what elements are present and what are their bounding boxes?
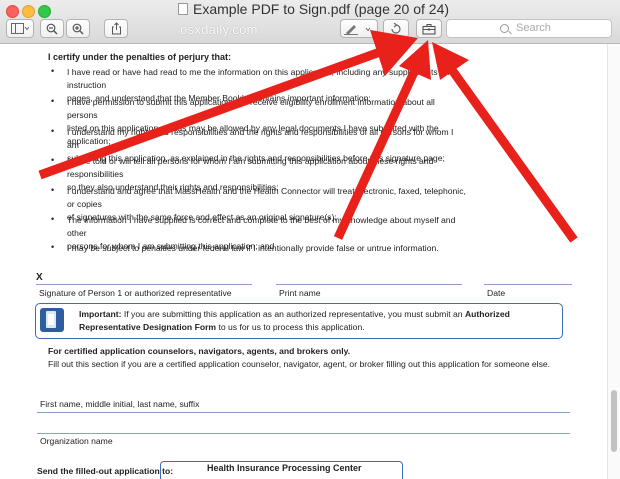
bullet-marker: • — [51, 96, 55, 106]
important-label: Important: — [79, 309, 122, 319]
search-field[interactable]: Search — [446, 19, 612, 38]
preview-window: Example PDF to Sign.pdf (page 20 of 24) … — [0, 0, 620, 479]
search-placeholder: Search — [516, 22, 551, 34]
sidebar-icon — [11, 23, 29, 34]
signature-x-mark: X — [36, 272, 43, 283]
toolbar: Example PDF to Sign.pdf (page 20 of 24) … — [0, 0, 620, 44]
rotate-button[interactable] — [383, 19, 409, 38]
zoom-in-button[interactable] — [66, 19, 90, 38]
minimize-window-button[interactable] — [22, 5, 35, 18]
certify-item-line: I may be subject to penalties under fede… — [67, 243, 439, 253]
print-name-label: Print name — [279, 288, 321, 298]
certify-item-line: The information I have supplied is corre… — [67, 215, 456, 238]
share-icon — [111, 22, 121, 35]
watermark: osxdaily.com — [180, 22, 258, 37]
close-window-button[interactable] — [6, 5, 19, 18]
signature-field[interactable] — [36, 284, 252, 285]
sidebar-view-button[interactable] — [6, 19, 34, 38]
markup-toolbox-button[interactable] — [416, 19, 442, 38]
signature-label: Signature of Person 1 or authorized repr… — [39, 288, 232, 298]
pen-icon — [344, 24, 371, 35]
scrollbar-thumb[interactable] — [611, 390, 617, 452]
share-button[interactable] — [104, 19, 128, 38]
notice-text-part: to us for us to process this application… — [216, 321, 365, 332]
pdf-page: I certify under the penalties of perjury… — [0, 44, 606, 479]
send-to-label: Send the filled-out application to: — [37, 466, 174, 476]
organization-field-label: Organization name — [40, 436, 113, 446]
certify-item-line: I have permission to submit this applica… — [67, 97, 435, 120]
print-name-field[interactable] — [276, 284, 462, 285]
markup-pen-button[interactable] — [340, 19, 378, 38]
organization-field[interactable] — [37, 433, 570, 434]
bullet-marker: • — [51, 66, 55, 76]
bullet-marker: • — [51, 185, 55, 195]
certify-item-line: I understand and agree that MassHealth a… — [67, 186, 466, 209]
vertical-scrollbar[interactable] — [607, 44, 620, 479]
window-title: Example PDF to Sign.pdf (page 20 of 24) — [178, 1, 449, 17]
certified-section-text: Fill out this section if you are a certi… — [48, 359, 551, 369]
bullet-marker: • — [51, 155, 55, 165]
bullet-marker: • — [51, 242, 55, 252]
certify-item-line: I understand my rights and responsibilit… — [67, 127, 454, 150]
date-field[interactable] — [484, 284, 572, 285]
zoom-out-icon — [46, 23, 58, 34]
address-box: Health Insurance Processing Center — [160, 461, 403, 479]
address-box-title: Health Insurance Processing Center — [207, 463, 362, 473]
certify-item-line: I have told or will tell all persons for… — [67, 156, 434, 179]
important-notice-text: Important: If you are submitting this ap… — [79, 308, 554, 333]
zoom-in-icon — [72, 23, 84, 34]
certified-section-heading: For certified application counselors, na… — [48, 346, 351, 356]
certify-item-line: I have read or have had read to me the i… — [67, 67, 455, 90]
zoom-out-button[interactable] — [40, 19, 64, 38]
certify-item: I may be subject to penalties under fede… — [67, 242, 467, 255]
name-field[interactable] — [37, 412, 570, 413]
bullet-marker: • — [51, 126, 55, 136]
certify-heading: I certify under the penalties of perjury… — [48, 52, 232, 62]
notice-text-part: If you are submitting this application a… — [121, 309, 465, 319]
window-title-text: Example PDF to Sign.pdf (page 20 of 24) — [193, 1, 450, 17]
bullet-marker: • — [51, 214, 55, 224]
name-field-label: First name, middle initial, last name, s… — [40, 399, 200, 409]
zoom-window-button[interactable] — [38, 5, 51, 18]
important-notice-box: Important: If you are submitting this ap… — [35, 303, 563, 339]
search-icon — [500, 24, 509, 33]
document-info-icon — [40, 308, 64, 332]
document-icon — [178, 3, 188, 15]
date-label: Date — [487, 288, 506, 298]
rotate-icon — [391, 22, 401, 34]
toolbox-icon — [422, 23, 436, 35]
